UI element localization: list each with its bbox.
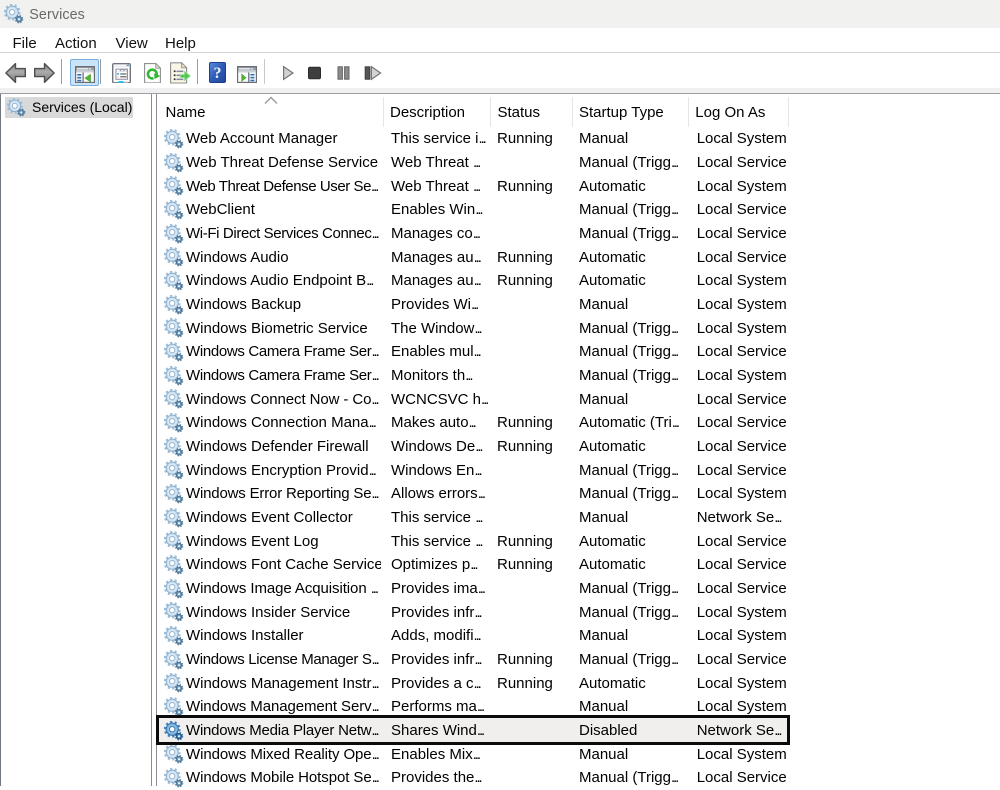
svg-text:?: ?	[214, 65, 222, 82]
